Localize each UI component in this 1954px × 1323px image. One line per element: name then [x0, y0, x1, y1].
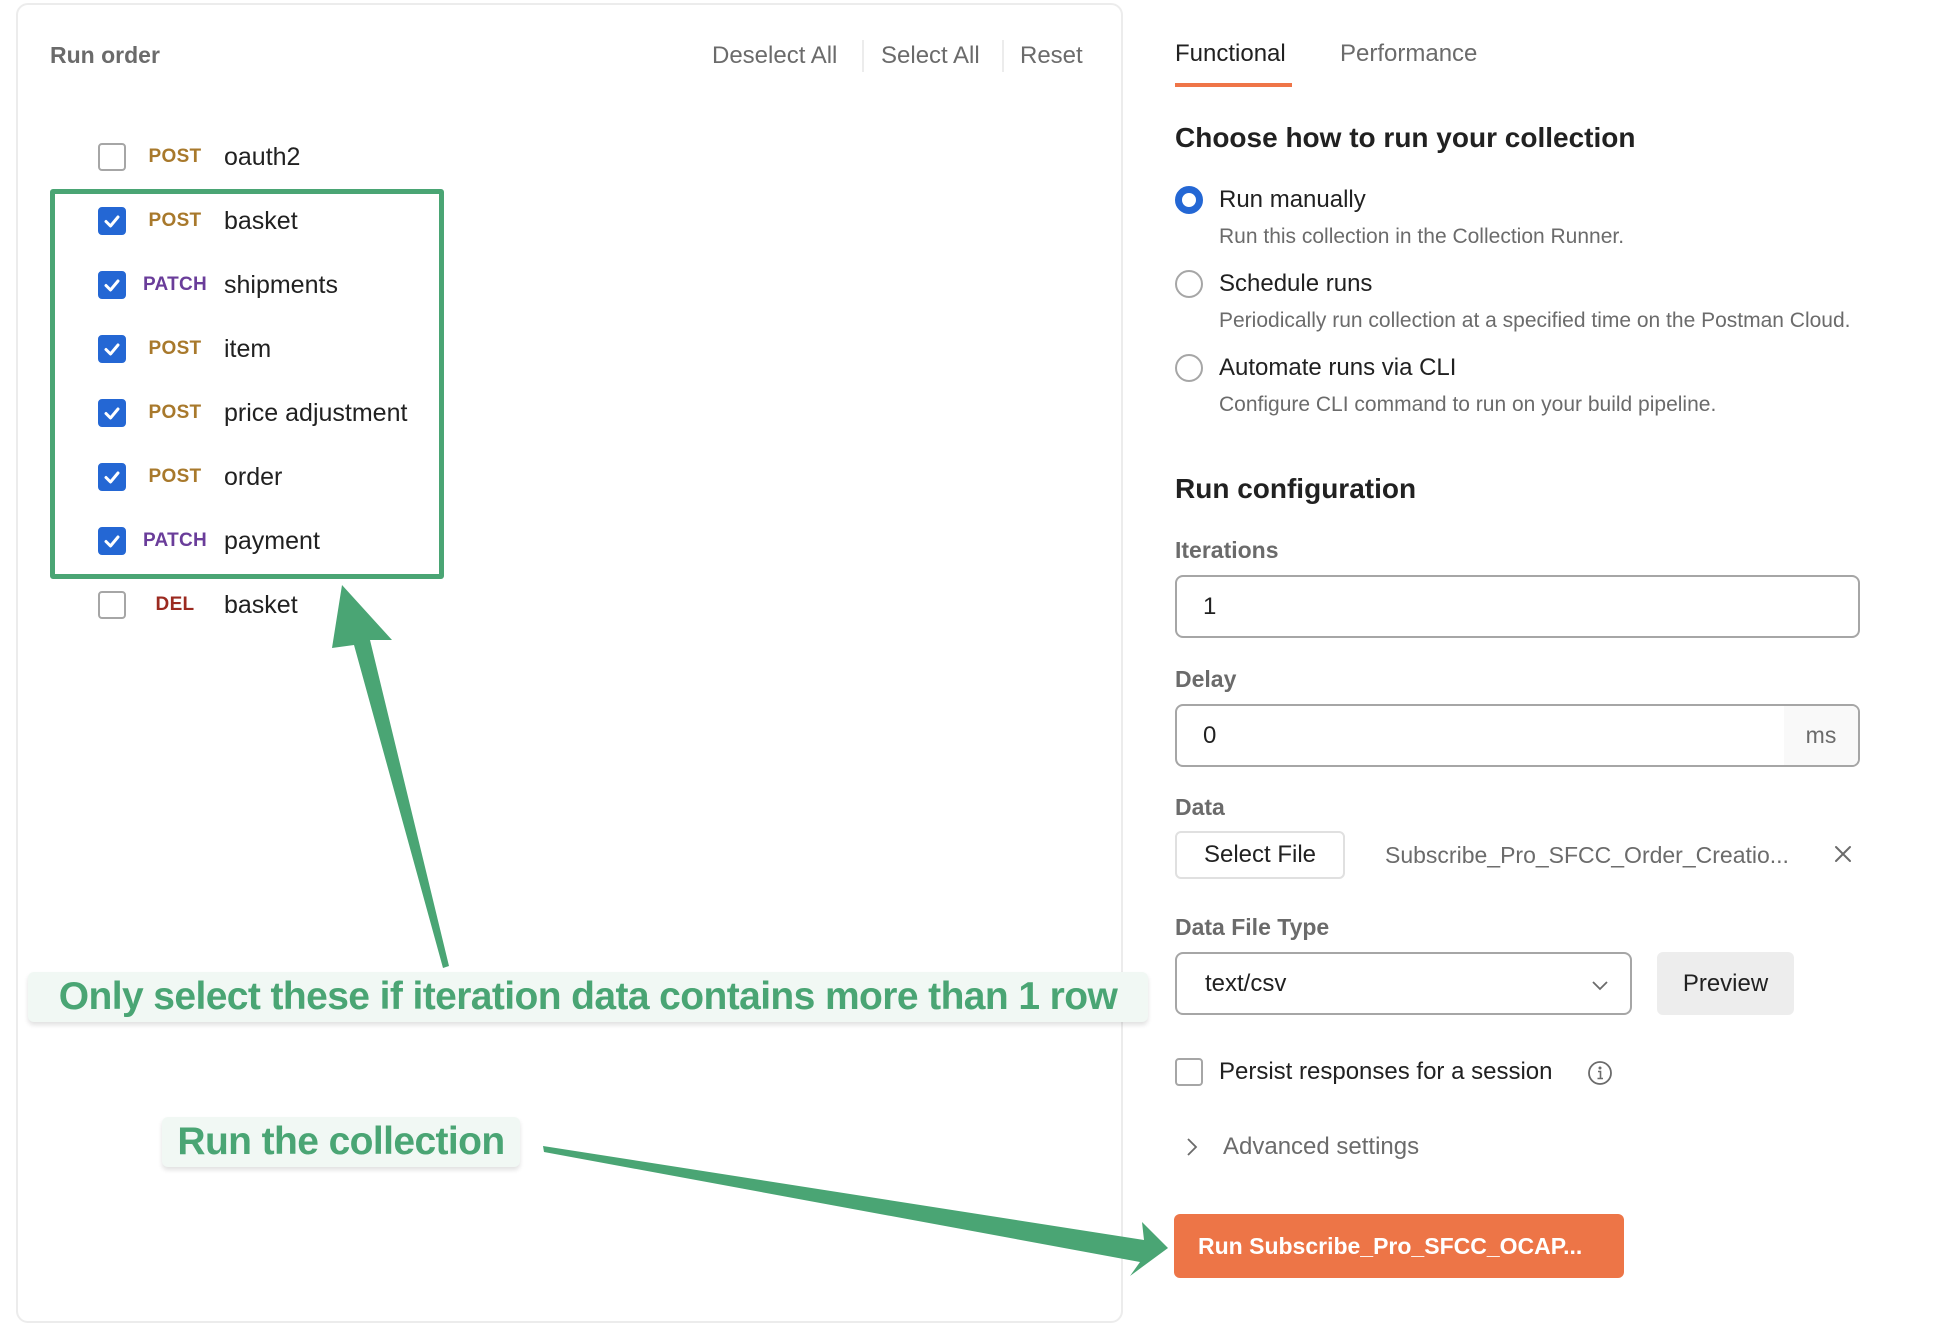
tab-performance[interactable]: Performance [1340, 40, 1477, 68]
delay-label: Delay [1175, 666, 1237, 692]
run-manually-description: Run this collection in the Collection Ru… [1219, 225, 1625, 248]
request-row[interactable]: DEL basket [98, 585, 478, 625]
radio-button[interactable] [1175, 186, 1203, 214]
run-manually-label[interactable]: Run manually [1219, 186, 1366, 214]
active-tab-indicator [1175, 83, 1292, 87]
info-icon[interactable] [1587, 1060, 1613, 1086]
toolbar-divider [862, 40, 864, 72]
delay-input[interactable]: 0 ms [1175, 704, 1860, 767]
checkbox[interactable] [1175, 1058, 1203, 1086]
selected-requests-highlight [50, 189, 444, 579]
request-checkbox[interactable] [98, 143, 126, 171]
request-name: oauth2 [224, 142, 301, 171]
radio-button[interactable] [1175, 270, 1203, 298]
selected-file-name: Subscribe_Pro_SFCC_Order_Creatio... [1385, 842, 1789, 868]
request-method: DEL [155, 594, 195, 615]
schedule-runs-description: Periodically run collection at a specifi… [1219, 309, 1851, 332]
request-row[interactable]: POST oauth2 [98, 137, 478, 177]
automate-cli-label[interactable]: Automate runs via CLI [1219, 354, 1456, 382]
preview-button[interactable]: Preview [1657, 952, 1794, 1015]
automate-cli-description: Configure CLI command to run on your bui… [1219, 393, 1717, 416]
data-file-type-select[interactable]: text/csv [1175, 952, 1632, 1015]
toolbar-divider [1002, 40, 1004, 72]
advanced-settings-toggle[interactable]: Advanced settings [1223, 1133, 1419, 1161]
iterations-label: Iterations [1175, 537, 1279, 563]
chevron-down-icon [1590, 974, 1610, 1002]
radio-automate-cli[interactable] [1175, 354, 1203, 382]
data-file-type-label: Data File Type [1175, 914, 1330, 940]
data-file-type-value: text/csv [1205, 969, 1287, 997]
run-configuration-title: Run configuration [1175, 473, 1417, 504]
delay-unit: ms [1784, 706, 1858, 765]
deselect-all-button[interactable]: Deselect All [712, 42, 837, 70]
iterations-value: 1 [1203, 592, 1217, 620]
annotation-run-note: Run the collection [162, 1117, 520, 1167]
schedule-runs-label[interactable]: Schedule runs [1219, 270, 1372, 298]
persist-responses-label[interactable]: Persist responses for a session [1219, 1058, 1552, 1086]
request-method: POST [148, 146, 202, 167]
radio-run-manually[interactable] [1175, 186, 1203, 214]
radio-schedule-runs[interactable] [1175, 270, 1203, 298]
persist-responses-checkbox[interactable] [1175, 1058, 1203, 1086]
delay-value: 0 [1203, 721, 1217, 749]
request-checkbox[interactable] [98, 591, 126, 619]
radio-button[interactable] [1175, 354, 1203, 382]
data-label: Data [1175, 794, 1225, 820]
annotation-selection-note: Only select these if iteration data cont… [28, 972, 1148, 1022]
iterations-input[interactable]: 1 [1175, 575, 1860, 638]
chevron-right-icon[interactable] [1182, 1136, 1202, 1158]
clear-file-icon[interactable] [1832, 843, 1854, 865]
tab-functional[interactable]: Functional [1175, 40, 1286, 68]
select-file-button[interactable]: Select File [1175, 831, 1345, 879]
run-collection-button[interactable]: Run Subscribe_Pro_SFCC_OCAP... [1174, 1214, 1624, 1278]
run-mode-title: Choose how to run your collection [1175, 122, 1636, 153]
request-name: basket [224, 590, 298, 619]
reset-button[interactable]: Reset [1020, 42, 1083, 70]
run-order-title: Run order [50, 42, 160, 68]
select-all-button[interactable]: Select All [881, 42, 980, 70]
